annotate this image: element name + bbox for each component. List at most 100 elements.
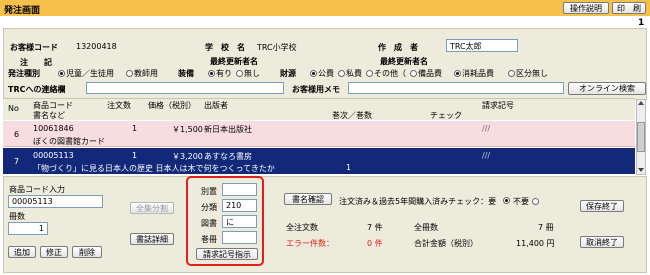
row-request: /// — [482, 124, 491, 133]
finance-label: 財源 — [280, 69, 296, 78]
creator-label: 作 成 者 — [378, 43, 418, 52]
radio-icon — [531, 198, 539, 205]
binding-option-no[interactable]: 無し — [236, 68, 260, 79]
edit-button[interactable]: 修正 — [40, 246, 68, 258]
radio-icon — [454, 70, 461, 77]
col-request: 請求記号 — [482, 101, 514, 110]
table-header — [3, 98, 635, 120]
last-updated-label-2: 最終更新者名 — [380, 57, 428, 66]
total-price-label: 合計金額（税別） — [414, 239, 478, 248]
title-confirm-button[interactable]: 書名確認 — [284, 193, 332, 205]
finance-option-equipment[interactable]: 備品費 — [410, 68, 442, 79]
customer-memo-field[interactable] — [348, 82, 564, 94]
radio-icon — [236, 70, 243, 77]
qty-label: 冊数 — [9, 212, 25, 221]
row-qty: 1 — [132, 124, 138, 133]
school-name-value: TRC小学校 — [257, 43, 297, 52]
total-orders-value: 7 件 — [367, 223, 383, 232]
col-title: 書名など — [33, 111, 65, 120]
tosho-field[interactable]: に — [222, 215, 257, 228]
table-scrollbar[interactable] — [636, 99, 646, 175]
add-button[interactable]: 追加 — [8, 246, 36, 258]
radio-icon — [503, 197, 510, 204]
cancel-button[interactable]: 取消終了 — [580, 236, 624, 248]
detail-button[interactable]: 書誌詳細 — [130, 233, 174, 245]
trc-contact-label: TRCへの連絡欄 — [8, 85, 66, 94]
bunrui-label: 分類 — [201, 203, 217, 212]
kansatsu-field[interactable] — [222, 231, 257, 244]
col-no: No — [8, 104, 19, 113]
qty-input[interactable]: 1 — [8, 222, 48, 235]
radio-icon — [208, 70, 215, 77]
school-name-label: 学 校 名 — [205, 43, 245, 52]
radio-icon — [58, 70, 65, 77]
total-books-label: 全冊数 — [414, 223, 438, 232]
bunrui-field[interactable]: 210 — [222, 199, 257, 212]
error-count-label: エラー件数： — [286, 239, 334, 248]
check-option-not-needed[interactable]: 不要 — [513, 196, 540, 207]
radio-icon — [508, 70, 515, 77]
scroll-up-arrow-icon[interactable] — [638, 101, 644, 105]
radio-icon — [310, 70, 317, 77]
radio-icon — [126, 70, 133, 77]
page-number: 1 — [638, 18, 645, 28]
row-price: ￥1,500 — [172, 125, 203, 134]
total-books-value: 7 冊 — [538, 223, 554, 232]
finance-option-none[interactable]: 区分無し — [508, 68, 548, 79]
creator-field[interactable]: TRC太郎 — [446, 39, 518, 52]
finance-option-consumable[interactable]: 消耗品費 — [454, 68, 494, 79]
customer-memo-label: お客様用メモ — [292, 85, 340, 94]
col-qty: 注文数 — [107, 101, 131, 110]
radio-icon — [338, 70, 345, 77]
bekki-label: 別置 — [201, 187, 217, 196]
total-price-value: 11,400 円 — [516, 239, 555, 248]
save-button[interactable]: 保存終了 — [580, 200, 624, 212]
split-button[interactable]: 全集分割 — [130, 202, 174, 214]
binding-label: 装備 — [178, 69, 194, 78]
code-input-label: 商品コード入力 — [9, 185, 65, 194]
tosho-label: 図書 — [201, 219, 217, 228]
kansatsu-label: 巻冊 — [201, 235, 217, 244]
row-code: 00005113 — [33, 151, 74, 160]
help-button[interactable]: 操作説明 — [563, 2, 609, 14]
scroll-down-arrow-icon[interactable] — [638, 168, 644, 172]
total-orders-label: 全注文数 — [286, 223, 318, 232]
row-volume: 1 — [346, 163, 352, 172]
radio-icon — [410, 70, 417, 77]
print-button[interactable]: 印 刷 — [612, 2, 646, 14]
row-no: 6 — [14, 130, 20, 139]
trc-contact-field[interactable] — [86, 82, 284, 94]
row-publisher: 新日本出版社 — [204, 125, 252, 134]
row-code: 10061846 — [33, 124, 74, 133]
row-price: ￥3,200 — [172, 152, 203, 161]
finance-option-private[interactable]: 私費 — [338, 68, 362, 79]
order-type-label: 発注種別 — [8, 69, 40, 78]
note-label: 注 記 — [20, 58, 52, 67]
col-volume: 巻次／巻数 — [332, 111, 372, 120]
delete-button[interactable]: 削除 — [72, 246, 102, 258]
order-type-option-teacher[interactable]: 教師用 — [126, 68, 158, 79]
code-input[interactable]: 00005113 — [8, 195, 103, 208]
radio-icon — [366, 70, 373, 77]
scroll-thumb[interactable] — [637, 122, 645, 152]
finance-option-other[interactable]: その他（ — [366, 68, 406, 79]
request-instruct-button[interactable]: 請求記号指示 — [196, 248, 258, 260]
row-publisher: あすなろ書房 — [204, 152, 252, 161]
row-request: /// — [482, 151, 491, 160]
row-title: 「物づくり」に見る日本人の歴史 日本人は木で何をつくってきたか — [33, 164, 275, 173]
page-title: 発注画面 — [4, 6, 41, 16]
row-qty: 1 — [132, 151, 138, 160]
finance-option-public[interactable]: 公費 — [310, 68, 334, 79]
last-updated-label-1: 最終更新者名 — [210, 57, 258, 66]
bekki-field[interactable] — [222, 183, 257, 196]
col-price: 価格（税別） — [148, 101, 196, 110]
order-type-option-student[interactable]: 児童／生徒用 — [58, 68, 114, 79]
customer-code-label: お客様コード — [10, 43, 58, 52]
row-title: ぼくの図書館カード — [33, 137, 105, 146]
col-publisher: 出版者 — [204, 101, 228, 110]
binding-option-yes[interactable]: 有り — [208, 68, 232, 79]
error-count-value: 0 件 — [367, 239, 383, 248]
online-search-button[interactable]: オンライン検索 — [568, 82, 646, 95]
title-bar: 発注画面 — [0, 0, 650, 16]
check-option-needed[interactable] — [503, 196, 511, 205]
